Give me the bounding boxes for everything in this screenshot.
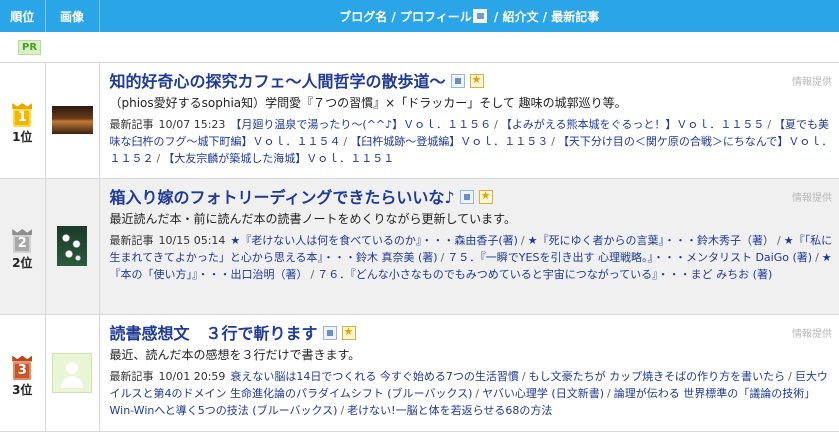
provided-label: 情報提供 bbox=[792, 328, 832, 340]
article-link[interactable]: ヤバい心理学 (日文新書) bbox=[482, 387, 604, 400]
blog-description: 最近、読んだ本の感想を３行だけで書きます。 bbox=[109, 347, 361, 362]
article-link[interactable]: 【月廻り温泉で湯ったり～(^^♪】Ｖｏｌ．１１５６ bbox=[230, 118, 491, 131]
provided-label: 情報提供 bbox=[792, 192, 832, 204]
bronze-rank-medal-icon: 3 bbox=[12, 355, 33, 380]
article-link[interactable]: ★『死にゆく者からの言葉』・・・鈴木秀子（著） bbox=[528, 234, 774, 247]
article-link[interactable]: ★『老けない人は何を食べているのか』・・・森由香子(著) bbox=[230, 234, 518, 247]
recent-articles: 最新記事 10/15 05:14 ★『老けない人は何を食べているのか』・・・森由香子… bbox=[109, 233, 833, 281]
image-cell bbox=[45, 178, 100, 315]
rank-cell: 3 3位 bbox=[0, 314, 46, 432]
profile-icon bbox=[472, 8, 487, 23]
article-link[interactable]: もし文豪たちが カップ焼きそばの作り方を書いたら bbox=[529, 370, 786, 383]
header-rank: 順位 bbox=[0, 0, 46, 32]
recent-timestamp: 10/07 15:23 bbox=[158, 117, 226, 131]
header-image: 画像 bbox=[45, 0, 100, 32]
image-cell bbox=[45, 62, 100, 179]
header-main-label-b: / 紹介文 / 最新記事 bbox=[489, 9, 600, 24]
header-main-label-a: ブログ名 / プロフィール bbox=[339, 9, 472, 24]
blog-thumbnail[interactable] bbox=[57, 226, 87, 266]
recent-timestamp: 10/01 20:59 bbox=[158, 369, 226, 383]
rank-label: 3位 bbox=[12, 382, 33, 397]
article-link[interactable]: 【よみがえる熊本城をぐるっと！】Ｖｏｌ．１１５５ bbox=[501, 118, 764, 131]
article-link[interactable]: ７５．『一瞬でYESを引き出す 心理戦略。』・・・メンタリスト DaiGo (著… bbox=[447, 251, 812, 264]
table-header: 順位 画像 ブログ名 / プロフィール / 紹介文 / 最新記事 bbox=[0, 0, 839, 32]
article-link[interactable]: 【臼杵城跡～登城編】Ｖｏｌ．１１５３ bbox=[350, 135, 548, 148]
main-cell: 情報提供 読書感想文 ３行で斬ります 最近、読んだ本の感想を３行だけで書きます。… bbox=[99, 314, 839, 432]
recent-label: 最新記事 bbox=[109, 117, 154, 131]
blog-title-link[interactable]: 読書感想文 ３行で斬ります bbox=[110, 324, 318, 343]
favorite-star-icon[interactable] bbox=[478, 189, 493, 204]
blog-description: （phios愛好するsophia知）学問愛『７つの習慣』×「ドラッカー」そして … bbox=[109, 95, 627, 110]
main-cell: 情報提供 箱入り嫁のフォトリーディングできたらいいな♪ 最近読んだ本・前に読んだ… bbox=[99, 178, 839, 315]
default-avatar-icon[interactable] bbox=[52, 352, 92, 393]
rank-cell: 1 1位 bbox=[0, 62, 46, 179]
pr-badge[interactable]: PR bbox=[18, 40, 42, 56]
article-link[interactable]: 衰えない脳は14日でつくれる 今すぐ始める7つの生活習慣 bbox=[230, 370, 519, 383]
favorite-star-icon[interactable] bbox=[341, 325, 356, 340]
recent-articles: 最新記事 10/01 20:59 衰えない脳は14日でつくれる 今すぐ始める7つの生… bbox=[109, 369, 828, 417]
rank-number: 2 bbox=[13, 235, 32, 253]
blog-title-link[interactable]: 箱入り嫁のフォトリーディングできたらいいな♪ bbox=[110, 188, 455, 207]
rank-label: 1位 bbox=[12, 130, 33, 144]
profile-icon[interactable] bbox=[322, 325, 337, 340]
profile-icon[interactable] bbox=[450, 73, 465, 88]
blog-ranking-table: 順位 画像 ブログ名 / プロフィール / 紹介文 / 最新記事 PR 1 1位 bbox=[0, 0, 839, 432]
image-cell bbox=[45, 314, 100, 432]
silver-rank-medal-icon: 2 bbox=[12, 229, 33, 253]
rank-number: 1 bbox=[13, 109, 32, 127]
recent-timestamp: 10/15 05:14 bbox=[158, 233, 226, 247]
rank-number: 3 bbox=[13, 361, 32, 380]
blog-thumbnail[interactable] bbox=[51, 106, 93, 134]
blog-description: 最近読んだ本・前に読んだ本の読書ノートをめくりながら更新しています。 bbox=[109, 211, 516, 226]
gold-rank-medal-icon: 1 bbox=[12, 103, 33, 127]
ranking-row: 2 2位 情報提供 箱入り嫁のフォトリーディングできたらいいな♪ 最近読んだ本・… bbox=[0, 178, 839, 315]
provided-label: 情報提供 bbox=[792, 76, 832, 88]
article-link[interactable]: 老けない!一脳と体を若返らせる68の方法 bbox=[347, 404, 552, 417]
ranking-row: 1 1位 情報提供 知的好奇心の探究カフェ～人間哲学の散歩道～ （phios愛好… bbox=[0, 62, 839, 179]
header-main: ブログ名 / プロフィール / 紹介文 / 最新記事 bbox=[99, 0, 839, 32]
favorite-star-icon[interactable] bbox=[469, 73, 484, 88]
ranking-row: 3 3位 情報提供 読書感想文 ３行で斬ります 最近、読んだ本の感想を３行だけで… bbox=[0, 314, 839, 432]
rank-cell: 2 2位 bbox=[0, 178, 46, 315]
pr-row: PR bbox=[0, 32, 839, 63]
recent-label: 最新記事 bbox=[109, 369, 154, 383]
recent-label: 最新記事 bbox=[109, 233, 154, 247]
rank-label: 2位 bbox=[12, 256, 33, 270]
profile-icon[interactable] bbox=[459, 189, 474, 204]
main-cell: 情報提供 知的好奇心の探究カフェ～人間哲学の散歩道～ （phios愛好するsop… bbox=[99, 62, 839, 179]
recent-articles: 最新記事 10/07 15:23 【月廻り温泉で湯ったり～(^^♪】Ｖｏｌ．１１５６… bbox=[109, 117, 833, 165]
article-link[interactable]: 【大友宗麟が築城した海城】Ｖｏｌ．１１５１ bbox=[163, 152, 394, 165]
blog-title-link[interactable]: 知的好奇心の探究カフェ～人間哲学の散歩道～ bbox=[110, 72, 446, 91]
article-link[interactable]: ７６．『どんな小さなものでもみつめていると宇宙につながっている』・・・まど みち… bbox=[317, 268, 772, 281]
